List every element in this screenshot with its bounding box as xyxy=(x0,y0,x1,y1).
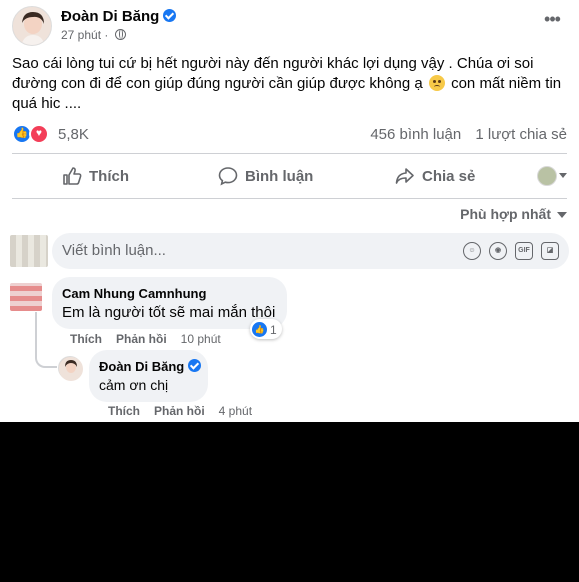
reply-bubble: Đoàn Di Băng cảm ơn chị xyxy=(89,350,208,402)
post-actions: Thích Bình luận Chia sẻ xyxy=(12,157,567,195)
reactions-bar: 👍 ♥ 5,8K 456 bình luận 1 lượt chia sẻ xyxy=(12,122,567,146)
sticker-icon[interactable]: ◪ xyxy=(541,242,559,260)
like-reaction-icon: 👍 xyxy=(252,322,267,337)
comment-reactions[interactable]: 👍 1 xyxy=(250,319,282,339)
thumbs-up-icon xyxy=(63,167,82,185)
share-count[interactable]: 1 lượt chia sẻ xyxy=(475,126,567,143)
reply-reply-link[interactable]: Phản hồi xyxy=(154,404,205,418)
post-text: Sao cái lòng tui cứ bị hết người này đến… xyxy=(12,55,562,112)
author-avatar[interactable] xyxy=(12,6,52,46)
sad-face-emoji-icon xyxy=(428,75,445,91)
current-user-avatar[interactable] xyxy=(10,235,48,267)
commenter-avatar[interactable] xyxy=(10,283,42,311)
comment-bubble-icon xyxy=(218,167,238,186)
caret-down-icon xyxy=(557,212,567,218)
comment-input[interactable]: Viết bình luận... ☺ ◉ GIF ◪ xyxy=(52,233,569,269)
verified-badge-icon xyxy=(188,359,202,372)
verified-badge-icon xyxy=(163,9,177,22)
post-header: Đoàn Di Băng 27 phút · ••• xyxy=(12,6,567,48)
globe-icon xyxy=(114,29,126,40)
comment-sort-dropdown[interactable]: Phù hợp nhất xyxy=(460,206,567,222)
divider xyxy=(12,198,567,199)
comment-count[interactable]: 456 bình luận xyxy=(370,126,461,143)
love-reaction-icon: ♥ xyxy=(29,124,49,144)
share-button[interactable]: Chia sẻ xyxy=(395,157,475,195)
reply-time[interactable]: 4 phút xyxy=(219,404,252,418)
reply-thread-line xyxy=(35,312,57,368)
comment-text: Em là người tốt sẽ mai mắn thôi xyxy=(62,304,276,321)
comment-time[interactable]: 10 phút xyxy=(181,332,221,346)
reply-author[interactable]: Đoàn Di Băng xyxy=(99,359,202,374)
author-name[interactable]: Đoàn Di Băng xyxy=(61,8,177,25)
reply-text: cảm ơn chị xyxy=(99,377,169,393)
comment-reply-link[interactable]: Phản hồi xyxy=(116,332,167,346)
like-button[interactable]: Thích xyxy=(62,157,129,195)
share-as-avatar[interactable] xyxy=(537,166,557,186)
reply-actions: Thích Phản hồi 4 phút xyxy=(108,404,252,418)
comment-author[interactable]: Cam Nhung Camnhung xyxy=(62,286,206,301)
gif-icon[interactable]: GIF xyxy=(515,242,533,260)
post-card: Đoàn Di Băng 27 phút · ••• Sao cái lòng … xyxy=(0,0,579,422)
more-options-icon[interactable]: ••• xyxy=(541,10,563,28)
reaction-count[interactable]: 5,8K xyxy=(58,126,89,143)
reply-author-avatar[interactable] xyxy=(58,356,83,381)
comment-reaction-count: 1 xyxy=(270,322,277,337)
emoji-icon[interactable]: ☺ xyxy=(463,242,481,260)
camera-icon[interactable]: ◉ xyxy=(489,242,507,260)
comment-button[interactable]: Bình luận xyxy=(218,157,313,195)
chevron-down-icon[interactable] xyxy=(559,173,567,178)
comment-actions: Thích Phản hồi 10 phút xyxy=(70,332,221,346)
reaction-icons[interactable]: 👍 ♥ xyxy=(12,124,52,144)
post-meta: 27 phút · xyxy=(61,28,126,42)
post-time[interactable]: 27 phút xyxy=(61,28,101,42)
share-arrow-icon xyxy=(395,168,414,184)
reply-like-link[interactable]: Thích xyxy=(108,404,140,418)
divider xyxy=(12,153,567,154)
comment-like-link[interactable]: Thích xyxy=(70,332,102,346)
